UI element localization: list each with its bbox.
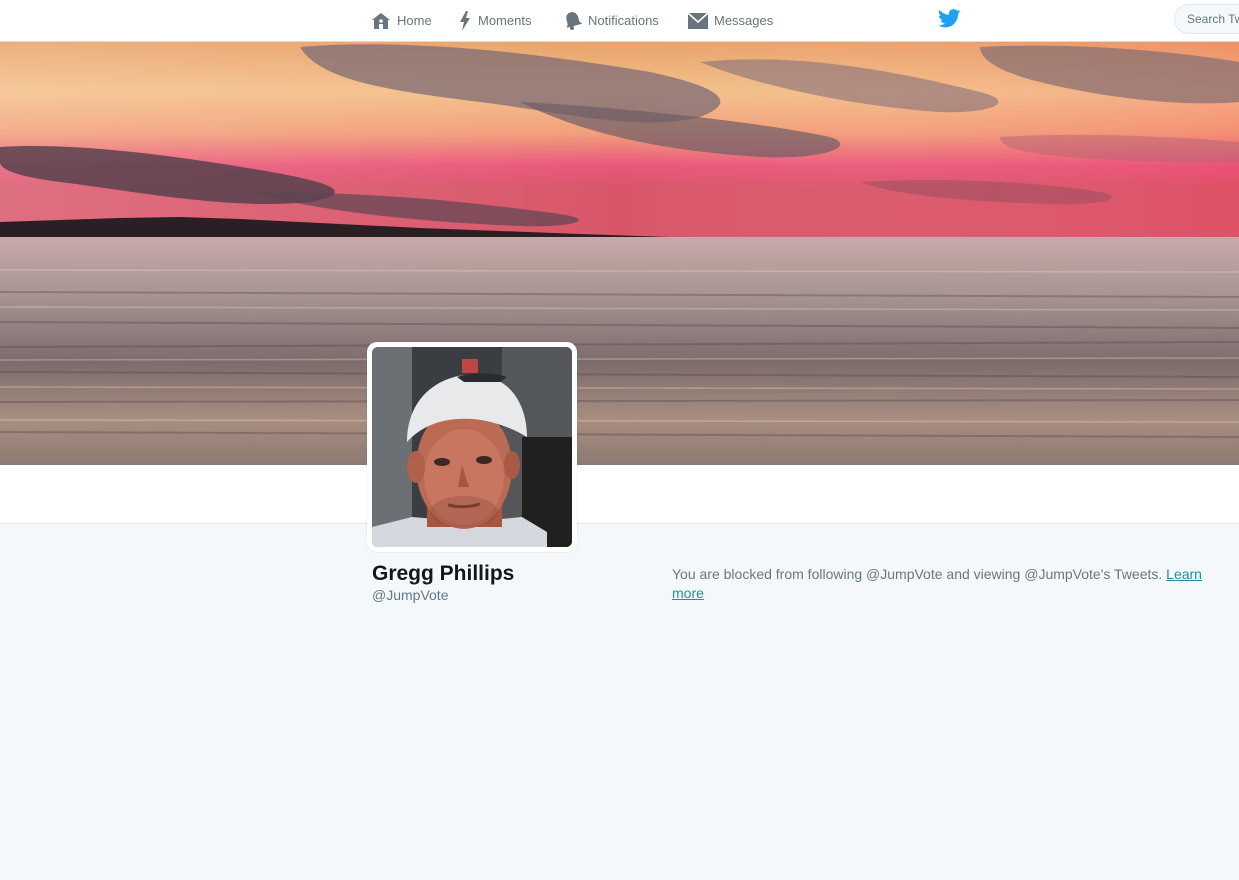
home-icon (372, 12, 390, 29)
lightning-icon (460, 10, 470, 31)
profile-nav-strip (0, 465, 1239, 524)
blocked-notice-text: You are blocked from following @JumpVote… (672, 566, 1163, 582)
nav-notifications[interactable]: Notifications (564, 0, 659, 41)
nav-messages-label: Messages (714, 12, 774, 28)
nav-moments[interactable]: Moments (458, 0, 531, 41)
profile-name: Gregg Phillips (372, 562, 515, 585)
avatar-photo (372, 347, 572, 547)
twitter-bird-icon[interactable] (938, 9, 961, 28)
avatar[interactable] (367, 342, 577, 552)
top-navigation-bar: Home Moments Notifications Messages (0, 0, 1239, 42)
nav-home[interactable]: Home (371, 0, 432, 41)
bell-icon (566, 11, 582, 30)
search-input[interactable] (1174, 4, 1239, 34)
nav-moments-label: Moments (478, 12, 532, 28)
nav-home-label: Home (397, 12, 432, 28)
profile-handle[interactable]: @JumpVote (372, 587, 448, 603)
header-banner-image (0, 42, 1239, 465)
blocked-notice: You are blocked from following @JumpVote… (672, 565, 1220, 603)
nav-notifications-label: Notifications (588, 12, 659, 28)
nav-messages[interactable]: Messages (688, 0, 773, 41)
envelope-icon (688, 11, 708, 29)
